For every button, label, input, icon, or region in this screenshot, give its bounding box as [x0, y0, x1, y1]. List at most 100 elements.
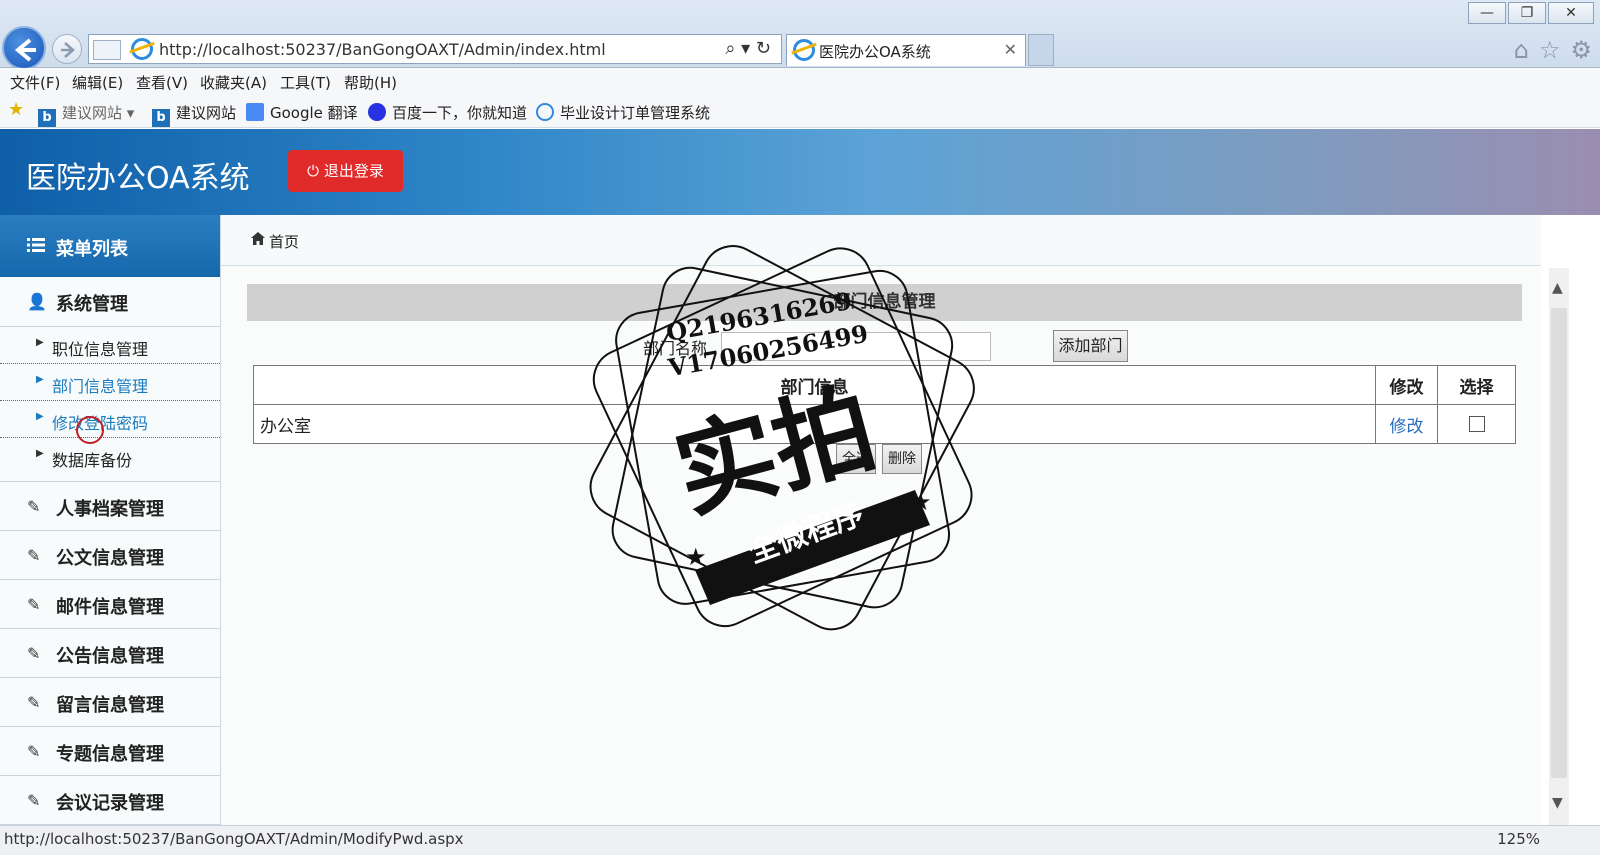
sidebar-group-label: 专题信息管理 — [56, 744, 164, 765]
edit-cell: 修改 — [1375, 404, 1438, 444]
compat-view-icon[interactable] — [93, 40, 121, 60]
row-checkbox[interactable] — [1468, 416, 1485, 432]
sidebar-item-label: 职位信息管理 — [52, 340, 149, 359]
google-translate-icon — [246, 103, 264, 121]
app-title: 医院办公OA系统 — [26, 161, 250, 196]
scroll-up-icon[interactable]: ▲ — [1552, 280, 1563, 296]
home-icon[interactable]: ⌂ — [1514, 36, 1529, 64]
tab-title: 医院办公OA系统 — [819, 43, 931, 61]
fav-suggested-sites-menu[interactable]: b 建议网站 ▾ — [38, 102, 134, 127]
fav-baidu[interactable]: 百度一下，你就知道 — [368, 102, 527, 123]
edit-icon: ✎ — [27, 497, 41, 516]
back-button[interactable] — [2, 26, 46, 70]
forward-button[interactable] — [52, 34, 82, 64]
minimize-button[interactable]: — — [1468, 2, 1506, 24]
dept-name-cell: 办公室 — [253, 404, 1376, 444]
sidebar: 菜单列表 👤 系统管理 ▶ 职位信息管理 ▶ 部门信息管理 ▶ 修改登陆密码 ▶… — [0, 215, 221, 825]
sidebar-item-change-password[interactable]: ▶ 修改登陆密码 — [0, 401, 220, 438]
sidebar-group-mail[interactable]: ✎ 邮件信息管理 — [0, 580, 220, 629]
scroll-thumb[interactable] — [1551, 308, 1567, 778]
sidebar-group-meetings[interactable]: ✎ 会议记录管理 — [0, 776, 220, 825]
edit-link[interactable]: 修改 — [1390, 417, 1424, 437]
power-icon: ⏻ — [307, 162, 324, 180]
sidebar-item-label: 部门信息管理 — [52, 377, 149, 396]
sidebar-group-label: 留言信息管理 — [56, 695, 164, 716]
sidebar-group-system[interactable]: 👤 系统管理 — [0, 277, 220, 326]
fav-label: 建议网站 — [176, 104, 237, 122]
settings-gear-icon[interactable]: ⚙ — [1570, 36, 1592, 64]
vertical-scrollbar[interactable]: ▲ ▼ — [1549, 268, 1569, 825]
edit-icon: ✎ — [27, 742, 41, 761]
dept-name-input[interactable] — [721, 332, 991, 361]
ie-page-icon — [131, 38, 153, 60]
dept-name-label: 部门名称 — [643, 339, 708, 358]
col-edit: 修改 — [1375, 365, 1438, 405]
scroll-down-icon[interactable]: ▼ — [1552, 795, 1563, 811]
search-refresh-icons[interactable]: ⌕ ▾ ↻ — [725, 38, 771, 59]
fav-suggested-sites[interactable]: b 建议网站 — [152, 102, 236, 127]
ie-page-icon — [536, 103, 554, 121]
table-header-row: 部门信息 修改 选择 — [253, 365, 1516, 405]
fav-label: 建议网站 ▾ — [62, 104, 135, 122]
delete-button[interactable]: 删除 — [882, 444, 922, 474]
logout-button[interactable]: ⏻ 退出登录 — [288, 150, 403, 192]
home-icon — [251, 232, 265, 245]
fav-graduation-orders[interactable]: 毕业设计订单管理系统 — [536, 102, 710, 123]
sidebar-item-label: 数据库备份 — [52, 451, 133, 470]
sidebar-item-db-backup[interactable]: ▶ 数据库备份 — [0, 438, 220, 482]
sidebar-group-label: 邮件信息管理 — [56, 597, 164, 618]
fav-label: Google 翻译 — [270, 104, 358, 122]
new-tab-button[interactable] — [1028, 34, 1054, 66]
menu-favorites[interactable]: 收藏夹(A) — [200, 72, 267, 93]
edit-icon: ✎ — [27, 546, 41, 565]
select-all-button[interactable]: 全选 — [836, 444, 876, 474]
favorites-star-icon[interactable]: ☆ — [1539, 36, 1561, 64]
list-icon — [27, 238, 45, 252]
favorites-star-icon[interactable]: ★ — [8, 99, 24, 120]
browser-toolbar-icons: ⌂ ☆ ⚙ — [1514, 36, 1592, 64]
edit-icon: ✎ — [27, 644, 41, 663]
favorites-bar: ★ b 建议网站 ▾ b 建议网站 Google 翻译 百度一下，你就知道 毕业设计… — [0, 94, 1600, 128]
sidebar-group-notices[interactable]: ✎ 公告信息管理 — [0, 629, 220, 678]
sidebar-item-department[interactable]: ▶ 部门信息管理 — [0, 364, 220, 401]
zoom-level[interactable]: 125% — [1497, 830, 1540, 848]
caret-right-icon: ▶ — [36, 374, 44, 385]
menu-help[interactable]: 帮助(H) — [344, 72, 397, 93]
menu-edit[interactable]: 编辑(E) — [72, 72, 123, 93]
browser-menubar: 文件(F) 编辑(E) 查看(V) 收藏夹(A) 工具(T) 帮助(H) — [0, 68, 1600, 94]
breadcrumb-home[interactable]: 首页 — [269, 231, 299, 252]
sidebar-item-position[interactable]: ▶ 职位信息管理 — [0, 327, 220, 364]
forward-arrow-icon — [61, 42, 75, 58]
address-bar[interactable]: http://localhost:50237/BanGongOAXT/Admin… — [88, 34, 782, 64]
logout-label: 退出登录 — [323, 162, 384, 180]
tab-close-icon[interactable]: ✕ — [1004, 40, 1017, 59]
baidu-paw-icon — [368, 103, 386, 121]
browser-titlebar: http://localhost:50237/BanGongOAXT/Admin… — [0, 0, 1600, 70]
browser-tab[interactable]: 医院办公OA系统 ✕ — [786, 34, 1026, 66]
caret-right-icon: ▶ — [36, 337, 44, 348]
sidebar-group-documents[interactable]: ✎ 公文信息管理 — [0, 531, 220, 580]
sidebar-group-topics[interactable]: ✎ 专题信息管理 — [0, 727, 220, 776]
add-department-button[interactable]: 添加部门 — [1053, 330, 1128, 362]
window-buttons: — ❐ ✕ — [1468, 2, 1594, 24]
sidebar-group-label: 会议记录管理 — [56, 793, 164, 814]
caret-right-icon: ▶ — [36, 411, 44, 422]
restore-button[interactable]: ❐ — [1508, 2, 1546, 24]
menu-file[interactable]: 文件(F) — [10, 72, 60, 93]
edit-icon: ✎ — [27, 693, 41, 712]
fav-google-translate[interactable]: Google 翻译 — [246, 102, 358, 123]
caret-right-icon: ▶ — [36, 448, 44, 459]
menu-view[interactable]: 查看(V) — [136, 72, 188, 93]
sidebar-group-personnel[interactable]: ✎ 人事档案管理 — [0, 482, 220, 531]
edit-icon: ✎ — [27, 791, 41, 810]
status-bar: http://localhost:50237/BanGongOAXT/Admin… — [0, 825, 1600, 855]
menu-tools[interactable]: 工具(T) — [280, 72, 331, 93]
table-row: 办公室 修改 — [253, 404, 1516, 444]
sidebar-header-label: 菜单列表 — [56, 239, 128, 260]
col-dept-info: 部门信息 — [253, 365, 1376, 405]
app-header: 医院办公OA系统 ⏻ 退出登录 — [0, 129, 1600, 215]
close-window-button[interactable]: ✕ — [1548, 2, 1594, 24]
sidebar-group-messages[interactable]: ✎ 留言信息管理 — [0, 678, 220, 727]
address-url[interactable]: http://localhost:50237/BanGongOAXT/Admin… — [159, 40, 606, 59]
mouse-cursor-highlight — [76, 416, 104, 444]
